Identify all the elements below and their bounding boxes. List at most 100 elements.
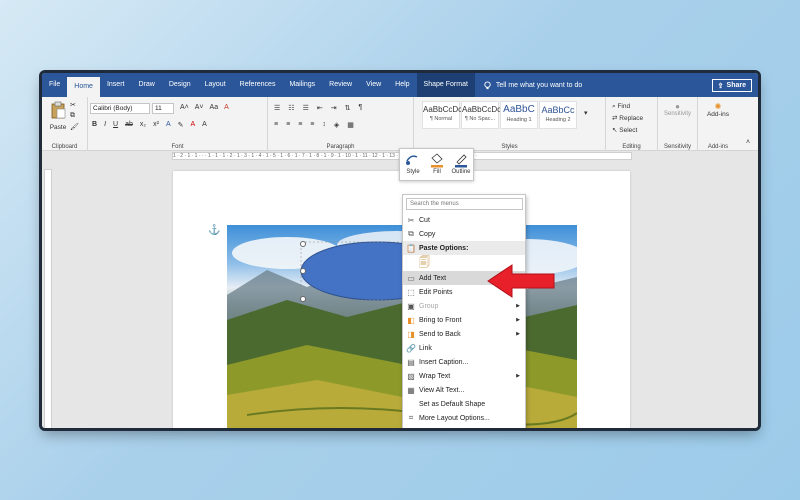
font-name-box[interactable]: Calibri (Body) — [90, 103, 150, 114]
copy-icon[interactable]: ⧉ — [70, 112, 75, 120]
styles-more-icon[interactable]: ▾ — [584, 109, 588, 117]
submenu-arrow-icon: ▶ — [516, 373, 520, 379]
bold-icon[interactable]: B — [92, 121, 97, 129]
find-button[interactable]: ⌕ Find — [612, 101, 643, 113]
subscript-icon[interactable]: x₂ — [140, 121, 146, 129]
group-editing: ⌕ Find ⇄ Replace ↖ Select Editing — [606, 97, 658, 151]
tab-view[interactable]: View — [359, 73, 388, 97]
shading-icon[interactable]: ◈ — [334, 121, 339, 129]
shape-style-icon — [401, 151, 425, 169]
cut-icon[interactable]: ✂ — [70, 101, 76, 109]
tell-me-search[interactable]: Tell me what you want to do — [483, 80, 583, 90]
menu-item-insert-caption[interactable]: ▤ Insert Caption... — [403, 355, 525, 369]
align-center-icon[interactable]: ≡ — [286, 121, 290, 129]
decrease-indent-icon[interactable]: ⇤ — [317, 104, 323, 112]
anchor-icon[interactable]: ⚓ — [208, 225, 220, 236]
replace-button[interactable]: ⇄ Replace — [612, 113, 643, 125]
multilevel-list-icon[interactable]: ☰ — [303, 104, 309, 112]
bring-front-icon: ◧ — [407, 315, 415, 325]
tab-layout[interactable]: Layout — [198, 73, 233, 97]
style-no-spacing[interactable]: AaBbCcDc ¶ No Spac... — [461, 101, 501, 129]
paste-icon: 📋 — [406, 243, 416, 253]
menu-item-label: View Alt Text... — [419, 386, 465, 394]
shrink-font-icon[interactable]: A˅ — [195, 104, 204, 111]
addins-button[interactable]: ✺ Add-ins — [698, 102, 738, 118]
select-button[interactable]: ↖ Select — [612, 125, 643, 137]
menu-item-copy[interactable]: ⧉ Copy — [403, 227, 525, 241]
tab-mailings[interactable]: Mailings — [282, 73, 322, 97]
justify-icon[interactable]: ≡ — [310, 121, 314, 129]
group-styles: AaBbCcDc ¶ Normal AaBbCcDc ¶ No Spac... … — [414, 97, 606, 151]
tab-help[interactable]: Help — [388, 73, 416, 97]
bullets-icon[interactable]: ☰ — [274, 104, 280, 112]
menu-item-link[interactable]: 🔗 Link — [403, 341, 525, 355]
strikethrough-icon[interactable]: ab — [125, 121, 133, 129]
increase-indent-icon[interactable]: ⇥ — [331, 104, 337, 112]
font-color-icon[interactable]: A — [190, 121, 195, 129]
send-back-icon: ◨ — [407, 329, 415, 339]
menu-item-label: Add Text — [419, 274, 447, 282]
format-painter-icon[interactable]: 🖌 — [70, 123, 79, 131]
underline-icon[interactable]: U — [113, 121, 118, 129]
addins-group-label: Add-ins — [707, 144, 729, 150]
textbox-icon: ▭ — [407, 273, 415, 283]
menu-item-wrap-text[interactable]: ▧ Wrap Text ▶ — [403, 369, 525, 383]
mini-fill-label: Fill — [433, 169, 441, 175]
mini-fill-button[interactable]: Fill — [425, 151, 449, 175]
tab-draw[interactable]: Draw — [131, 73, 161, 97]
tab-insert[interactable]: Insert — [100, 73, 132, 97]
collapse-ribbon-icon[interactable]: ˄ — [746, 139, 750, 146]
tab-design[interactable]: Design — [162, 73, 198, 97]
show-marks-icon[interactable]: ¶ — [358, 104, 362, 112]
paste-button[interactable]: Paste — [48, 101, 68, 131]
superscript-icon[interactable]: x² — [153, 121, 159, 129]
select-label: Select — [619, 127, 638, 134]
menu-item-send-to-back[interactable]: ◨ Send to Back ▶ — [403, 327, 525, 341]
menu-item-set-default-shape[interactable]: Set as Default Shape — [403, 397, 525, 411]
menu-item-more-layout-options[interactable]: ⌗ More Layout Options... — [403, 411, 525, 425]
style-normal[interactable]: AaBbCcDc ¶ Normal — [422, 101, 462, 129]
mini-outline-label: Outline — [451, 169, 471, 175]
vertical-ruler[interactable] — [44, 169, 52, 428]
char-shading-icon[interactable]: A — [202, 121, 207, 129]
highlight-icon[interactable]: ✎ — [178, 121, 184, 129]
menu-item-label: Insert Caption... — [419, 358, 469, 366]
borders-icon[interactable]: ▦ — [347, 121, 354, 129]
line-spacing-icon[interactable]: ↕ — [322, 121, 326, 129]
style-heading-1[interactable]: AaBbC Heading 1 — [500, 101, 538, 129]
menu-item-group[interactable]: ▣ Group ▶ — [403, 299, 525, 313]
layout-options-icon: ⌗ — [408, 413, 414, 422]
menu-item-cut[interactable]: ✂ Cut — [403, 213, 525, 227]
paste-option-icon[interactable]: 🗐 — [419, 254, 430, 273]
tell-me-text: Tell me what you want to do — [495, 81, 583, 89]
sensitivity-group-label: Sensitivity — [663, 144, 691, 150]
link-icon: 🔗 — [406, 343, 416, 353]
style-heading-2[interactable]: AaBbCc Heading 2 — [539, 101, 577, 129]
clear-format-icon[interactable]: A — [224, 104, 229, 111]
sort-icon[interactable]: ⇅ — [345, 104, 351, 112]
mini-style-button[interactable]: Style — [401, 151, 425, 175]
tab-home[interactable]: Home — [67, 77, 100, 97]
grow-font-icon[interactable]: A˄ — [180, 104, 189, 111]
lightbulb-icon — [484, 80, 491, 89]
sensitivity-button[interactable]: ● Sensitivity — [658, 102, 697, 117]
align-left-icon[interactable]: ≡ — [274, 121, 278, 129]
tab-review[interactable]: Review — [322, 73, 359, 97]
font-size-box[interactable]: 11 — [152, 103, 174, 114]
mini-outline-button[interactable]: Outline — [449, 151, 473, 175]
clipboard-group-label: Clipboard — [51, 144, 78, 150]
text-effects-icon[interactable]: A — [166, 121, 171, 129]
change-case-icon[interactable]: Aa — [210, 104, 219, 111]
italic-icon[interactable]: I — [104, 121, 106, 129]
scissors-icon: ✂ — [407, 215, 415, 225]
tab-shape-format[interactable]: Shape Format — [416, 73, 475, 97]
context-menu-search[interactable]: Search the menus — [406, 198, 523, 210]
menu-item-bring-to-front[interactable]: ◧ Bring to Front ▶ — [403, 313, 525, 327]
menu-item-view-alt-text[interactable]: ▦ View Alt Text... — [403, 383, 525, 397]
menu-item-label: Send to Back — [419, 330, 461, 338]
tab-file[interactable]: File — [42, 73, 67, 97]
numbering-icon[interactable]: ☷ — [288, 104, 294, 112]
tab-references[interactable]: References — [233, 73, 283, 97]
align-right-icon[interactable]: ≡ — [298, 121, 302, 129]
share-button[interactable]: ⇪ Share — [711, 79, 752, 92]
